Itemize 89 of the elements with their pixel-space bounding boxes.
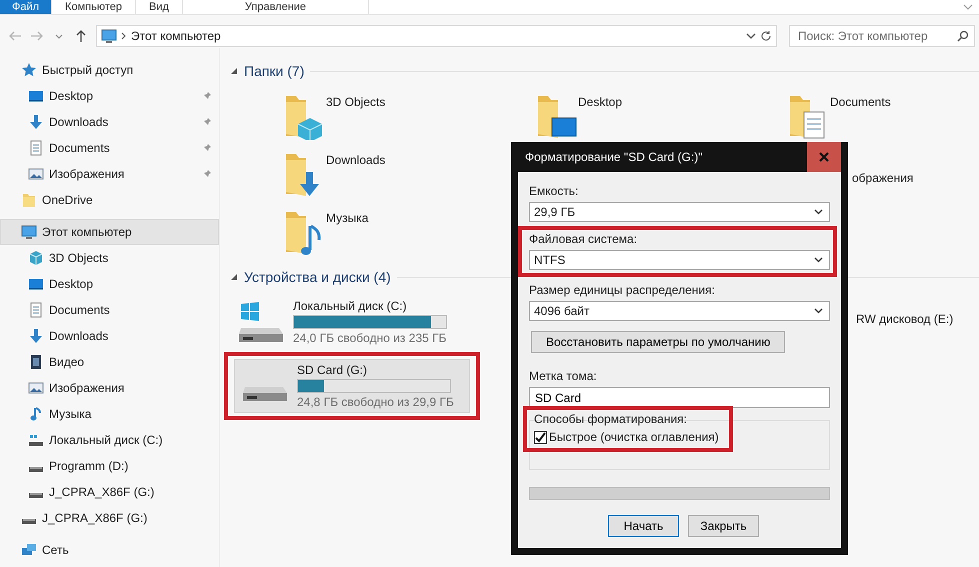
sidebar-item[interactable]: Изображения	[0, 161, 219, 187]
drive-tile[interactable]: SD Card (G:) 24,8 ГБ свободно из 29,9 ГБ	[234, 359, 470, 413]
sidebar-item[interactable]: Desktop	[0, 83, 219, 109]
folder-name[interactable]: Documents	[830, 92, 891, 109]
folder-name[interactable]: Музыка	[326, 208, 368, 225]
caret-icon	[814, 257, 823, 263]
caret-icon	[814, 209, 823, 215]
dialog-title: Форматирование "SD Card (G:)"	[525, 150, 704, 164]
ribbon-tab[interactable]: Вид	[136, 0, 183, 14]
down-arrow-icon	[28, 328, 44, 344]
drive-icon	[21, 518, 37, 524]
drive-icon	[237, 301, 285, 343]
sidebar-item[interactable]: Сеть	[0, 537, 219, 563]
sidebar-item[interactable]: Documents	[0, 297, 219, 323]
chevron-down-icon[interactable]	[963, 4, 973, 10]
address-bar[interactable]: Этот компьютер	[96, 25, 777, 47]
film-icon	[28, 354, 44, 370]
address-path: Этот компьютер	[131, 29, 222, 43]
drive-name: Локальный диск (C:)	[293, 299, 408, 313]
drive-tile[interactable]: Локальный диск (C:) 24,0 ГБ свободно из 235 ГБ	[230, 295, 466, 349]
check-icon	[535, 432, 546, 442]
restore-defaults-button[interactable]: Восстановить параметры по умолчанию	[531, 331, 786, 353]
drive-icon	[28, 432, 44, 448]
dropdown[interactable]: 4096 байт	[529, 301, 830, 321]
star-icon	[21, 62, 37, 78]
close-button[interactable]	[807, 142, 841, 172]
sidebar-item[interactable]: Быстрый доступ	[0, 57, 219, 83]
dialog-button[interactable]: Закрыть	[688, 515, 759, 537]
section-title: Устройства и диски (4)	[244, 269, 391, 285]
drive-icon	[241, 386, 289, 402]
close-icon	[819, 152, 829, 162]
group-title: Способы форматирования:	[534, 412, 688, 426]
monitor-icon	[28, 276, 44, 292]
down-arrow-icon	[28, 114, 44, 130]
dialog-button[interactable]: Начать	[608, 515, 679, 537]
sidebar-item[interactable]: Desktop	[0, 271, 219, 297]
ribbon-tab[interactable]: Управление	[182, 0, 370, 14]
sidebar-item[interactable]: OneDrive	[0, 187, 219, 213]
free-space-text: 24,0 ГБ свободно из 235 ГБ	[293, 331, 447, 345]
monitor-icon	[101, 28, 117, 44]
dropdown[interactable]: NTFS	[529, 250, 830, 270]
drive-icon	[28, 492, 44, 498]
search-field[interactable]: Поиск: Этот компьютер	[789, 25, 975, 47]
sidebar-item[interactable]: Изображения	[0, 375, 219, 401]
music-note-icon	[28, 406, 44, 422]
collapse-arrow-icon[interactable]	[230, 67, 238, 75]
sidebar-item[interactable]: Этот компьютер	[0, 219, 219, 245]
caret-icon[interactable]	[746, 33, 756, 39]
caret-icon	[814, 308, 823, 314]
network-icon	[21, 542, 37, 558]
sidebar-item[interactable]: Downloads	[0, 323, 219, 349]
folder-name[interactable]: Desktop	[578, 92, 622, 109]
document-icon	[28, 302, 44, 318]
document-icon	[28, 140, 44, 156]
field-label: Файловая система:	[529, 232, 638, 247]
image-icon	[28, 166, 44, 182]
drive-name: SD Card (G:)	[297, 363, 368, 377]
image-icon	[28, 380, 44, 396]
sidebar-item[interactable]: Downloads	[0, 109, 219, 135]
section-title: Папки (7)	[244, 63, 304, 79]
dropdown[interactable]: 29,9 ГБ	[529, 202, 830, 222]
cube-icon	[28, 250, 44, 266]
checkbox[interactable]: Быстрое (очистка оглавления)	[534, 430, 719, 444]
collapse-arrow-icon[interactable]	[230, 273, 238, 281]
monitor-icon	[28, 88, 44, 104]
sidebar-item[interactable]: Documents	[0, 135, 219, 161]
free-space-text: 24,8 ГБ свободно из 29,9 ГБ	[297, 395, 454, 409]
ribbon-tab[interactable]: Компьютер	[52, 0, 136, 14]
field-label: Емкость:	[529, 184, 580, 199]
field-label: Размер единицы распределения:	[529, 283, 716, 298]
drive-icon	[28, 466, 44, 472]
folder-name[interactable]: ображения	[852, 168, 914, 185]
refresh-icon[interactable]	[760, 30, 772, 42]
sidebar-item[interactable]: Локальный диск (C:)	[0, 427, 219, 453]
sidebar-item[interactable]: J_CPRA_X86F (G:)	[0, 479, 219, 505]
sidebar-item[interactable]: 3D Objects	[0, 245, 219, 271]
folder-icon	[21, 192, 37, 208]
sidebar-item[interactable]: Видео	[0, 349, 219, 375]
drive-name[interactable]: RW дисковод (E:)	[856, 312, 954, 326]
sidebar-item[interactable]: Programm (D:)	[0, 453, 219, 479]
folder-name[interactable]: Downloads	[326, 150, 386, 167]
text-field[interactable]: SD Card	[529, 387, 830, 408]
sidebar-item[interactable]: J_CPRA_X86F (G:)	[0, 505, 219, 531]
monitor-icon	[21, 224, 37, 240]
chevron-right-icon	[121, 32, 127, 40]
sidebar-item[interactable]: Музыка	[0, 401, 219, 427]
folder-name[interactable]: 3D Objects	[326, 92, 386, 109]
ribbon-tab[interactable]: Файл	[0, 0, 52, 14]
field-label: Метка тома:	[529, 369, 598, 384]
